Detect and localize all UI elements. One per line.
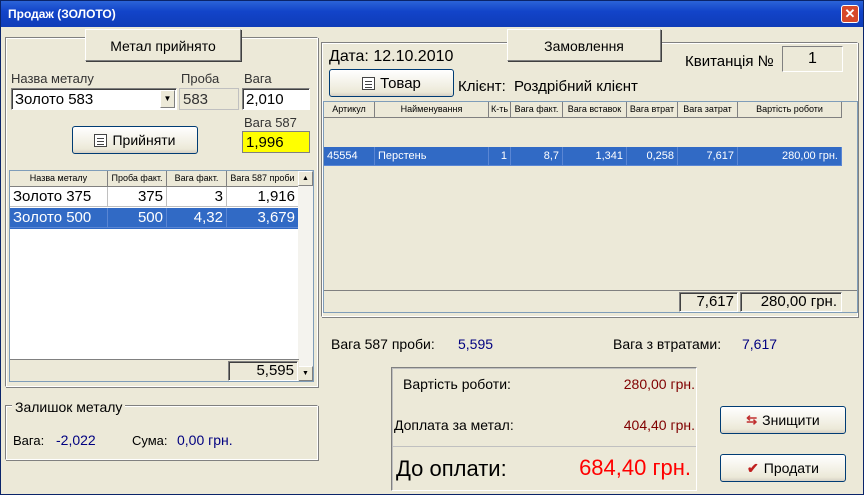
col-header-work-cost[interactable]: Вартість роботи xyxy=(738,102,842,118)
chevron-down-icon[interactable]: ▼ xyxy=(160,90,175,108)
total-weight587: 5,595 xyxy=(228,361,298,381)
probe-field: 583 xyxy=(179,88,239,110)
total-cost-weight: 7,617 xyxy=(679,292,738,312)
cell-qty: 1 xyxy=(489,147,511,166)
cell-name: Золото 375 xyxy=(10,187,108,207)
order-date: Дата: 12.10.2010 xyxy=(329,48,454,65)
col-header-title[interactable]: Найменування xyxy=(375,102,489,118)
col-header-qty[interactable]: К-ть xyxy=(489,102,511,118)
metal-table[interactable]: Назва металу Проба факт. Вага факт. Вага… xyxy=(9,170,314,382)
col-header-cost-weight[interactable]: Вага затрат xyxy=(678,102,738,118)
cell-title: Перстень xyxy=(375,147,489,166)
cell-cost-weight: 7,617 xyxy=(678,147,738,166)
cell-loss-weight: 0,258 xyxy=(627,147,678,166)
client-label: Клієнт: xyxy=(458,78,506,95)
table-row[interactable]: Золото 375 375 3 1,916 xyxy=(10,187,299,208)
sale-window: Продаж (ЗОЛОТО) ✕ Метал прийнято Назва м… xyxy=(0,0,864,495)
surcharge-value: 404,40 грн. xyxy=(623,417,695,433)
weight587-label: Вага 587 xyxy=(244,115,297,130)
summary-weight587-label: Вага 587 проби: xyxy=(331,336,435,352)
surcharge-label: Доплата за метал: xyxy=(394,417,514,433)
metal-remainder-header: Залишок металу xyxy=(12,399,126,415)
client-value: Роздрібний клієнт xyxy=(514,78,638,95)
delete-button[interactable]: ⇆ Знищити xyxy=(720,406,846,434)
vertical-scrollbar[interactable]: ▲ ▼ xyxy=(298,171,313,381)
remainder-sum-value: 0,00 грн. xyxy=(177,432,233,448)
total-due-label: До оплати: xyxy=(396,456,507,481)
remainder-weight-label: Вага: xyxy=(13,433,45,448)
checkmark-icon: ✔ xyxy=(747,459,759,476)
table-footer: 5,595 xyxy=(10,359,299,381)
col-header-probe[interactable]: Проба факт. xyxy=(108,171,167,187)
sell-button[interactable]: ✔ Продати xyxy=(720,454,846,482)
order-header: Замовлення xyxy=(507,29,661,61)
cell-name: Золото 500 xyxy=(10,208,108,228)
metal-name-label: Назва металу xyxy=(11,71,94,86)
work-cost-value: 280,00 грн. xyxy=(623,376,695,392)
cell-weight587: 1,916 xyxy=(227,187,299,207)
document-icon xyxy=(362,76,376,90)
weight587-field: 1,996 xyxy=(242,131,310,153)
col-header-article[interactable]: Артикул xyxy=(324,102,375,118)
probe-label: Проба xyxy=(181,71,220,86)
cell-weight-fact: 8,7 xyxy=(511,147,563,166)
table-footer: 7,617 280,00 грн. xyxy=(324,290,857,312)
cell-probe: 375 xyxy=(108,187,167,207)
accept-button[interactable]: Прийняти xyxy=(72,126,198,154)
col-header-weight[interactable]: Вага факт. xyxy=(167,171,227,187)
work-cost-label: Вартість роботи: xyxy=(403,376,511,392)
cell-weight587: 3,679 xyxy=(227,208,299,228)
table-row[interactable]: Золото 500 500 4,32 3,679 xyxy=(10,208,299,229)
summary-loss-value: 7,617 xyxy=(742,336,778,352)
remainder-sum-label: Сума: xyxy=(132,433,168,448)
cell-insert-weight: 1,341 xyxy=(563,147,627,166)
close-icon[interactable]: ✕ xyxy=(841,5,859,23)
total-due-value: 684,40 грн. xyxy=(579,455,691,480)
col-header-insert-weight[interactable]: Вага вставок xyxy=(563,102,627,118)
table-row[interactable]: 45554 Перстень 1 8,7 1,341 0,258 7,617 2… xyxy=(324,147,842,166)
cell-article: 45554 xyxy=(324,147,375,166)
receipt-label: Квитанція № xyxy=(685,53,774,70)
scroll-up-icon[interactable]: ▲ xyxy=(298,171,313,186)
receipt-number: 1 xyxy=(782,46,843,72)
transfer-arrows-icon: ⇆ xyxy=(746,412,758,427)
col-header-name[interactable]: Назва металу xyxy=(10,171,108,187)
document-icon xyxy=(94,133,108,147)
scroll-down-icon[interactable]: ▼ xyxy=(298,366,313,381)
cell-weight: 4,32 xyxy=(167,208,227,228)
cell-work-cost: 280,00 грн. xyxy=(738,147,842,166)
cell-probe: 500 xyxy=(108,208,167,228)
goods-button[interactable]: Товар xyxy=(329,69,454,97)
metal-received-header: Метал прийнято xyxy=(85,29,241,61)
metal-name-select[interactable]: Золото 583 ▼ xyxy=(11,88,177,110)
payment-divider xyxy=(392,446,696,447)
cell-weight: 3 xyxy=(167,187,227,207)
window-title: Продаж (ЗОЛОТО) xyxy=(8,7,116,21)
remainder-weight-value: -2,022 xyxy=(56,432,96,448)
order-table[interactable]: Артикул Найменування К-ть Вага факт. Ваг… xyxy=(323,101,858,313)
weight-label: Вага xyxy=(244,71,272,86)
client-area: Метал прийнято Назва металу Проба Вага З… xyxy=(1,27,863,494)
summary-loss-label: Вага з втратами: xyxy=(613,336,722,352)
col-header-loss-weight[interactable]: Вага втрат xyxy=(627,102,678,118)
col-header-weight587[interactable]: Вага 587 проби xyxy=(227,171,299,187)
summary-weight587-value: 5,595 xyxy=(458,336,494,352)
title-bar: Продаж (ЗОЛОТО) ✕ xyxy=(1,1,863,27)
col-header-weight-fact[interactable]: Вага факт. xyxy=(511,102,563,118)
total-work-cost: 280,00 грн. xyxy=(740,292,842,312)
weight-input[interactable]: 2,010 xyxy=(242,88,310,110)
